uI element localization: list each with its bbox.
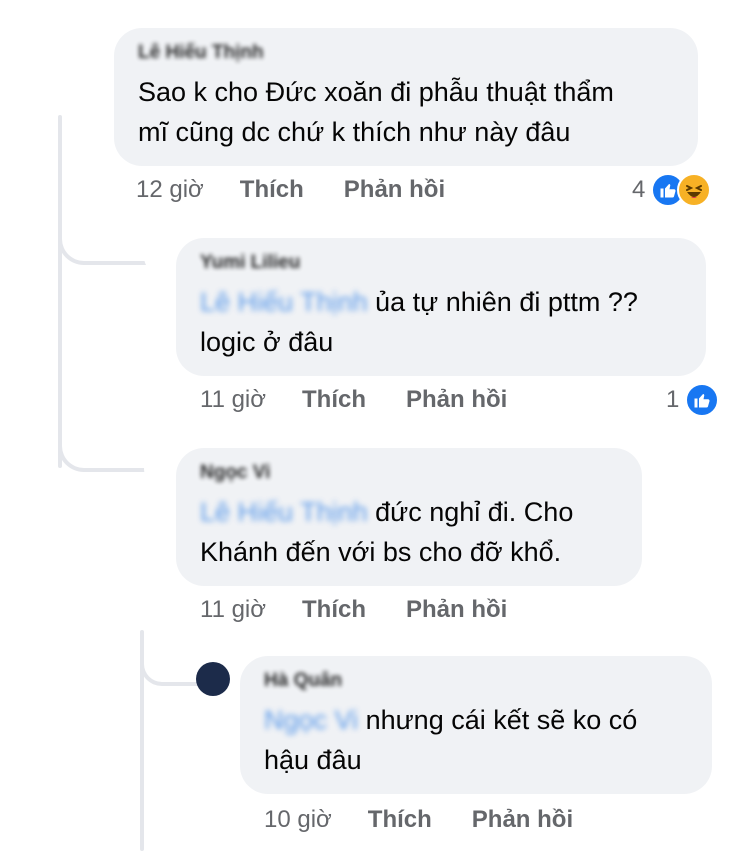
reply-button[interactable]: Phản hồi	[406, 386, 507, 414]
avatar[interactable]	[144, 452, 178, 486]
reaction-count: 1	[666, 386, 680, 413]
comment-text-line: Sao k cho Đức xoăn đi phẫu thuật thẩm	[138, 77, 614, 107]
reply-button[interactable]: Phản hồi	[406, 596, 507, 624]
comment-text-line: nhưng cái kết sẽ ko có	[365, 705, 638, 735]
comment-text: Lê Hiếu Thịnh ủa tự nhiên đi pttm ?? log…	[200, 282, 682, 362]
reply-button[interactable]: Phản hồi	[344, 176, 445, 204]
reaction-summary[interactable]: 4	[632, 173, 712, 207]
comment-text-line: Khánh đến với bs cho đỡ khổ.	[200, 537, 562, 567]
comment-text-line: đức nghỉ đi. Cho	[375, 497, 574, 527]
comment-actions: 11 giờ Thích Phản hồi	[200, 596, 507, 624]
comment-text: Sao k cho Đức xoăn đi phẫu thuật thẩm mĩ…	[138, 72, 674, 152]
comment-author[interactable]: Lê Hiếu Thịnh	[138, 42, 674, 64]
comment-bubble: Hà Quân Ngọc Vi nhưng cái kết sẽ ko có h…	[240, 656, 712, 794]
reaction-summary[interactable]: 1	[666, 383, 720, 417]
comment-author[interactable]: Ngọc Vi	[200, 462, 618, 484]
comment-time[interactable]: 10 giờ	[264, 806, 332, 834]
thread-curve-nested	[140, 640, 204, 686]
comment-author[interactable]: Yumi Lilieu	[200, 252, 682, 274]
comment-actions: 10 giờ Thích Phản hồi	[264, 806, 573, 834]
avatar[interactable]	[196, 662, 230, 696]
comment-text-line: hậu đâu	[264, 745, 362, 775]
comment-bubble: Yumi Lilieu Lê Hiếu Thịnh ủa tự nhiên đi…	[176, 238, 706, 376]
like-button[interactable]: Thích	[302, 386, 366, 414]
comment-text-line: ủa tự nhiên đi pttm ??	[375, 287, 638, 317]
comment-text-line: mĩ cũng dc chứ k thích như này đâu	[138, 117, 571, 147]
like-button[interactable]: Thích	[240, 176, 304, 204]
mention-link[interactable]: Ngọc Vi	[264, 705, 358, 735]
comment-text-line: logic ở đâu	[200, 327, 334, 357]
reaction-count: 4	[632, 176, 646, 203]
comment-time[interactable]: 11 giờ	[200, 596, 266, 624]
mention-link[interactable]: Lê Hiếu Thịnh	[200, 287, 368, 317]
thread-curve	[58, 420, 152, 472]
like-button[interactable]: Thích	[302, 596, 366, 624]
comment-bubble: Ngọc Vi Lê Hiếu Thịnh đức nghỉ đi. Cho K…	[176, 448, 642, 586]
comment-author[interactable]: Hà Quân	[264, 670, 688, 692]
comment-time[interactable]: 11 giờ	[200, 386, 266, 414]
reply-button[interactable]: Phản hồi	[472, 806, 573, 834]
comment-actions: 12 giờ Thích Phản hồi	[136, 176, 445, 204]
comment-time[interactable]: 12 giờ	[136, 176, 204, 204]
comment-text: Ngọc Vi nhưng cái kết sẽ ko có hậu đâu	[264, 700, 688, 780]
comment-bubble: Lê Hiếu Thịnh Sao k cho Đức xoăn đi phẫu…	[114, 28, 698, 166]
comment-text: Lê Hiếu Thịnh đức nghỉ đi. Cho Khánh đến…	[200, 492, 618, 572]
comment-actions: 11 giờ Thích Phản hồi	[200, 386, 507, 414]
haha-icon	[677, 173, 712, 207]
like-icon	[685, 383, 720, 417]
mention-link[interactable]: Lê Hiếu Thịnh	[200, 497, 368, 527]
thread-curve	[58, 215, 152, 265]
like-button[interactable]: Thích	[368, 806, 432, 834]
avatar[interactable]	[144, 240, 178, 274]
